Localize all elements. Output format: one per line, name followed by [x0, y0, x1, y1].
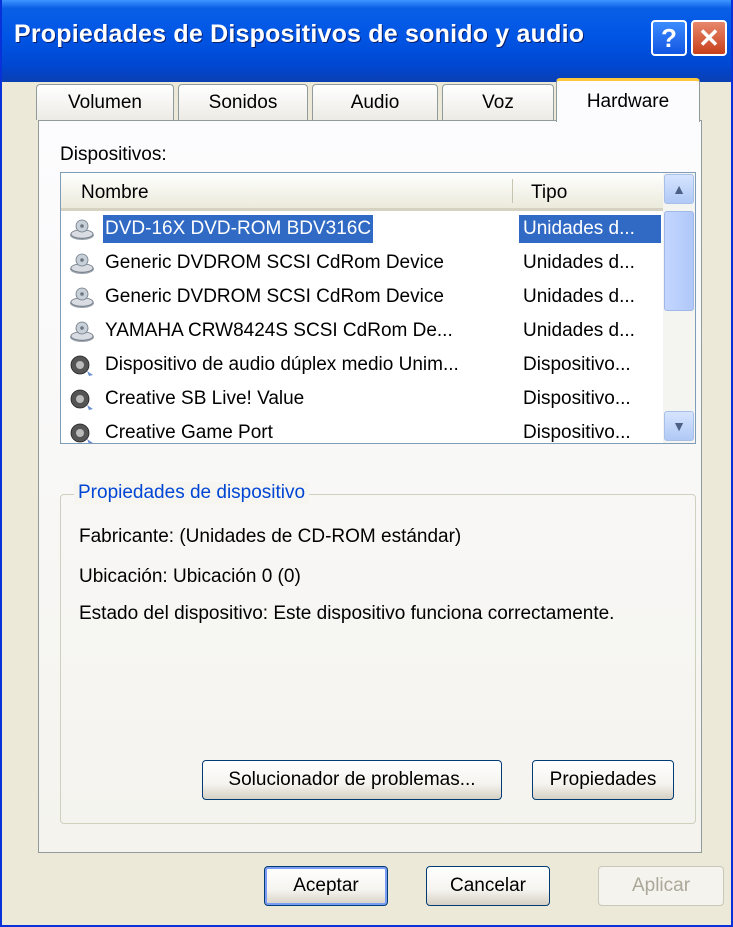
- cdrom-icon: [69, 252, 95, 276]
- dialog-window: Propiedades de Dispositivos de sonido y …: [0, 0, 733, 927]
- speaker-icon: [69, 354, 95, 378]
- chevron-down-icon: ▼: [672, 418, 686, 434]
- device-type: Unidades d...: [523, 286, 635, 307]
- column-divider[interactable]: [512, 179, 513, 203]
- location-text: Ubicación: Ubicación 0 (0): [79, 566, 301, 587]
- device-row[interactable]: YAMAHA CRW8424S SCSI CdRom De... Unidades…: [61, 315, 663, 348]
- device-type: Dispositivo...: [523, 354, 631, 375]
- device-name: DVD-16X DVD-ROM BDV316C: [103, 215, 374, 243]
- cdrom-icon: [69, 218, 95, 242]
- device-row[interactable]: Dispositivo de audio dúplex medio Unim..…: [61, 349, 663, 382]
- ok-button[interactable]: Aceptar: [264, 866, 388, 906]
- scroll-down-button[interactable]: ▼: [664, 411, 694, 441]
- devices-list[interactable]: Nombre Tipo DVD-16X DVD-ROM BDV316C Unida…: [60, 172, 696, 444]
- column-header-name[interactable]: Nombre: [81, 182, 149, 204]
- device-row[interactable]: Generic DVDROM SCSI CdRom Device Unidades…: [61, 281, 663, 314]
- device-type: Unidades d...: [519, 215, 661, 243]
- device-type: Dispositivo...: [523, 422, 631, 443]
- device-row[interactable]: Creative SB Live! Value Dispositivo...: [61, 383, 663, 416]
- vertical-scrollbar[interactable]: ▲ ▼: [663, 173, 695, 443]
- devices-label: Dispositivos:: [60, 144, 167, 165]
- cdrom-icon: [69, 320, 95, 344]
- device-name: Generic DVDROM SCSI CdRom Device: [105, 286, 444, 307]
- troubleshoot-button[interactable]: Solucionador de problemas...: [202, 760, 502, 800]
- chevron-up-icon: ▲: [672, 181, 686, 197]
- cancel-button[interactable]: Cancelar: [426, 866, 550, 906]
- device-row[interactable]: Generic DVDROM SCSI CdRom Device Unidades…: [61, 247, 663, 280]
- device-name: Creative SB Live! Value: [105, 388, 305, 409]
- device-type: Dispositivo...: [523, 388, 631, 409]
- device-name: Creative Game Port: [105, 422, 273, 443]
- scroll-thumb[interactable]: [664, 211, 694, 311]
- device-properties-title: Propiedades de dispositivo: [74, 482, 310, 504]
- list-header: Nombre Tipo: [61, 173, 663, 211]
- device-type: Unidades d...: [523, 252, 635, 273]
- speaker-icon: [69, 388, 95, 412]
- apply-button[interactable]: Aplicar: [598, 866, 724, 906]
- manufacturer-text: Fabricante: (Unidades de CD-ROM estándar…: [79, 526, 462, 547]
- device-name: YAMAHA CRW8424S SCSI CdRom De...: [105, 320, 453, 341]
- speaker-icon: [69, 422, 95, 443]
- scroll-up-button[interactable]: ▲: [664, 174, 694, 204]
- cdrom-icon: [69, 286, 95, 310]
- properties-button[interactable]: Propiedades: [532, 760, 674, 800]
- device-type: Unidades d...: [523, 320, 635, 341]
- device-name: Generic DVDROM SCSI CdRom Device: [105, 252, 444, 273]
- device-row[interactable]: Creative Game Port Dispositivo...: [61, 417, 663, 443]
- column-header-type[interactable]: Tipo: [531, 182, 567, 204]
- device-row[interactable]: DVD-16X DVD-ROM BDV316C Unidades d...: [61, 213, 663, 246]
- status-text: Estado del dispositivo: Este dispositivo…: [79, 603, 615, 624]
- device-name: Dispositivo de audio dúplex medio Unim..…: [105, 354, 459, 375]
